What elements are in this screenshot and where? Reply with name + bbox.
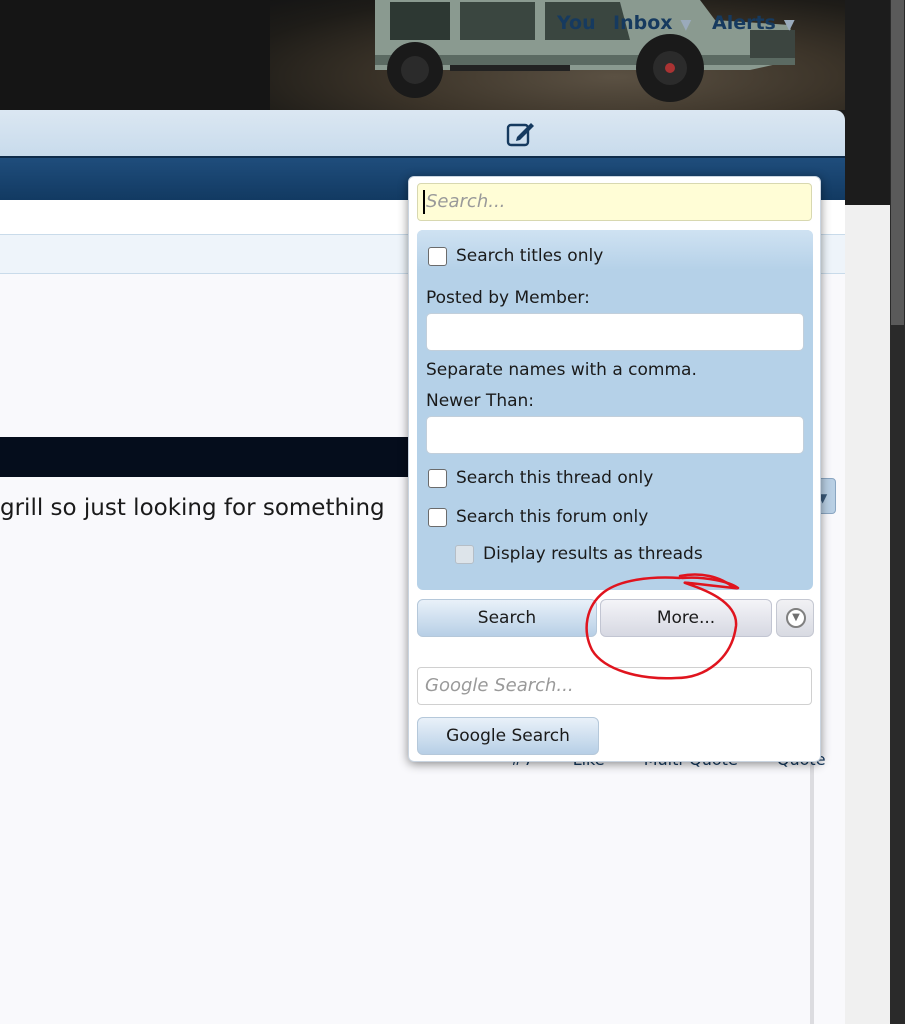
- page-gutter: [845, 205, 890, 1024]
- google-search-input[interactable]: Google Search...: [417, 667, 812, 705]
- posted-by-member-input[interactable]: [426, 313, 804, 351]
- user-navbar: [0, 110, 845, 158]
- scrollbar-thumb[interactable]: [891, 0, 904, 325]
- more-options-dropdown[interactable]: ▼: [776, 599, 814, 637]
- nav-inbox-label: Inbox: [613, 12, 673, 34]
- post-text: grill so just looking for something: [0, 495, 385, 521]
- titles-only-label: Search titles only: [456, 246, 604, 266]
- search-options-panel: Search titles only Posted by Member: Sep…: [417, 230, 813, 590]
- nav-inbox[interactable]: Inbox ▼: [613, 12, 691, 34]
- search-input[interactable]: Search...: [417, 183, 812, 221]
- display-threads-option: Display results as threads: [455, 544, 703, 564]
- chevron-down-icon: ▼: [783, 17, 795, 33]
- search-button[interactable]: Search: [417, 599, 597, 637]
- titles-only-option[interactable]: Search titles only: [428, 246, 603, 266]
- nav-alerts[interactable]: Alerts ▼: [712, 12, 795, 34]
- nav-you[interactable]: You: [557, 12, 596, 34]
- newer-than-label: Newer Than:: [426, 391, 535, 411]
- google-search-button[interactable]: Google Search: [417, 717, 599, 755]
- newer-than-input[interactable]: [426, 416, 804, 454]
- titles-only-checkbox[interactable]: [428, 246, 447, 266]
- posted-by-label: Posted by Member:: [426, 288, 590, 308]
- search-popup: Search... Search titles only Posted by M…: [408, 176, 821, 762]
- forum-only-label: Search this forum only: [456, 507, 649, 527]
- thread-only-label: Search this thread only: [456, 468, 654, 488]
- thread-only-checkbox[interactable]: [428, 468, 447, 488]
- more-button[interactable]: More...: [600, 599, 772, 637]
- chevron-down-circle-icon: ▼: [786, 608, 806, 628]
- edit-icon[interactable]: [506, 120, 536, 148]
- thread-only-option[interactable]: Search this thread only: [428, 468, 653, 488]
- display-threads-label: Display results as threads: [483, 544, 703, 564]
- forum-only-checkbox[interactable]: [428, 507, 447, 527]
- separate-names-hint: Separate names with a comma.: [426, 360, 697, 380]
- chevron-down-icon: ▼: [680, 17, 692, 33]
- nav-you-label: You: [557, 12, 596, 34]
- forum-only-option[interactable]: Search this forum only: [428, 507, 648, 527]
- nav-alerts-label: Alerts: [712, 12, 776, 34]
- display-threads-checkbox: [455, 544, 474, 564]
